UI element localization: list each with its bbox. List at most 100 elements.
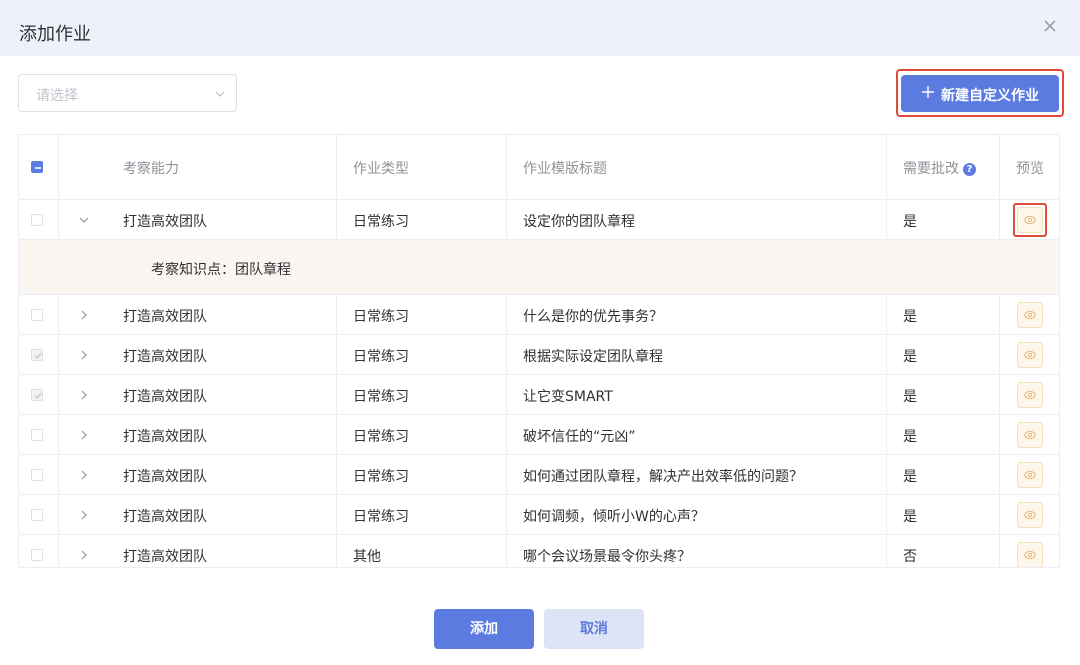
eye-icon	[1024, 510, 1036, 520]
row-select-cell	[19, 295, 59, 334]
row-checkbox[interactable]	[31, 349, 43, 361]
table-row: 打造高效团队 日常练习 根据实际设定团队章程 是	[19, 335, 1059, 375]
ability-select[interactable]: 请选择	[18, 74, 237, 112]
table-row: 打造高效团队 日常练习 如何通过团队章程，解决产出效率低的问题？ 是	[19, 455, 1059, 495]
row-title-cell: 哪个会议场景最令你头疼？	[507, 535, 887, 567]
preview-button[interactable]	[1017, 382, 1043, 408]
row-type: 日常练习	[353, 389, 409, 405]
row-type-cell: 日常练习	[337, 335, 507, 374]
header-type-label: 作业类型	[353, 161, 409, 177]
row-ability: 打造高效团队	[123, 469, 207, 485]
row-type-cell: 日常练习	[337, 200, 507, 239]
table-row: 打造高效团队 日常练习 破坏信任的“元凶” 是	[19, 415, 1059, 455]
row-ability-cell: 打造高效团队	[59, 455, 337, 494]
new-custom-homework-button[interactable]: 新建自定义作业	[901, 75, 1059, 112]
chevron-right-icon[interactable]	[79, 310, 89, 320]
row-checkbox[interactable]	[31, 214, 43, 226]
row-ability: 打造高效团队	[123, 349, 207, 365]
row-preview-cell	[1000, 295, 1059, 334]
eye-icon	[1024, 470, 1036, 480]
row-checkbox[interactable]	[31, 389, 43, 401]
row-title-cell: 根据实际设定团队章程	[507, 335, 887, 374]
row-type-cell: 日常练习	[337, 295, 507, 334]
chevron-right-icon[interactable]	[79, 430, 89, 440]
row-review-cell: 是	[887, 495, 1000, 534]
preview-button[interactable]	[1017, 342, 1043, 368]
row-preview-cell	[1000, 455, 1059, 494]
table-row: 打造高效团队 日常练习 设定你的团队章程 是	[19, 200, 1059, 240]
select-all-checkbox[interactable]	[31, 161, 43, 173]
row-type: 日常练习	[353, 429, 409, 445]
row-title-cell: 让它变SMART	[507, 375, 887, 414]
row-review: 否	[903, 549, 917, 565]
chevron-down-icon[interactable]	[79, 215, 89, 225]
row-preview-cell	[1000, 415, 1059, 454]
cancel-button[interactable]: 取消	[544, 609, 644, 649]
dialog-header: 添加作业	[0, 0, 1080, 56]
row-select-cell	[19, 200, 59, 239]
row-checkbox[interactable]	[31, 509, 43, 521]
preview-button[interactable]	[1017, 462, 1043, 488]
table-row: 打造高效团队 日常练习 如何调频，倾听小W的心声？ 是	[19, 495, 1059, 535]
row-review: 是	[903, 469, 917, 485]
row-title: 设定你的团队章程	[523, 214, 635, 230]
question-circle-icon[interactable]: ?	[963, 163, 976, 176]
row-ability: 打造高效团队	[123, 309, 207, 325]
row-checkbox[interactable]	[31, 309, 43, 321]
row-review: 是	[903, 429, 917, 445]
header-template-title: 作业模版标题	[507, 135, 887, 199]
chevron-down-icon	[215, 91, 225, 97]
row-checkbox[interactable]	[31, 429, 43, 441]
chevron-right-icon[interactable]	[79, 350, 89, 360]
row-title-cell: 如何调频，倾听小W的心声？	[507, 495, 887, 534]
preview-button[interactable]	[1017, 542, 1043, 567]
chevron-right-icon[interactable]	[79, 470, 89, 480]
header-preview: 预览	[1000, 135, 1059, 199]
header-need-review-label: 需要批改	[903, 161, 959, 177]
table-row: 打造高效团队 日常练习 让它变SMART 是	[19, 375, 1059, 415]
row-review: 是	[903, 349, 917, 365]
row-type: 日常练习	[353, 309, 409, 325]
row-title-cell: 破坏信任的“元凶”	[507, 415, 887, 454]
row-select-cell	[19, 495, 59, 534]
preview-button[interactable]	[1017, 502, 1043, 528]
row-type-cell: 日常练习	[337, 415, 507, 454]
homework-table: 考察能力 作业类型 作业模版标题 需要批改? 预览 打造高效团队 日常练习 设定…	[18, 134, 1060, 568]
select-placeholder: 请选择	[36, 88, 78, 104]
row-ability: 打造高效团队	[123, 549, 207, 565]
row-preview-cell	[1000, 495, 1059, 534]
eye-icon	[1024, 550, 1036, 560]
row-ability: 打造高效团队	[123, 429, 207, 445]
row-review: 是	[903, 389, 917, 405]
expanded-row-detail: 考察知识点：团队章程	[19, 240, 1059, 295]
header-select-cell	[19, 135, 59, 199]
eye-icon	[1024, 430, 1036, 440]
row-title-cell: 如何通过团队章程，解决产出效率低的问题？	[507, 455, 887, 494]
row-review-cell: 是	[887, 295, 1000, 334]
row-type: 日常练习	[353, 214, 409, 230]
row-type-cell: 日常练习	[337, 375, 507, 414]
preview-button[interactable]	[1017, 302, 1043, 328]
close-icon[interactable]	[1042, 18, 1058, 34]
eye-icon	[1024, 350, 1036, 360]
chevron-right-icon[interactable]	[79, 390, 89, 400]
row-select-cell	[19, 335, 59, 374]
row-type-cell: 日常练习	[337, 455, 507, 494]
table-header-row: 考察能力 作业类型 作业模版标题 需要批改? 预览	[19, 135, 1059, 200]
preview-button[interactable]	[1017, 422, 1043, 448]
row-preview-cell	[1000, 335, 1059, 374]
row-review-cell: 是	[887, 375, 1000, 414]
row-ability: 打造高效团队	[123, 389, 207, 405]
header-template-title-label: 作业模版标题	[523, 161, 607, 177]
row-ability: 打造高效团队	[123, 214, 207, 230]
row-title: 根据实际设定团队章程	[523, 349, 663, 365]
row-checkbox[interactable]	[31, 549, 43, 561]
row-ability-cell: 打造高效团队	[59, 335, 337, 374]
row-checkbox[interactable]	[31, 469, 43, 481]
plus-icon	[922, 86, 934, 98]
chevron-right-icon[interactable]	[79, 550, 89, 560]
row-title: 哪个会议场景最令你头疼？	[523, 549, 691, 565]
chevron-right-icon[interactable]	[79, 510, 89, 520]
add-button[interactable]: 添加	[434, 609, 534, 649]
row-type: 日常练习	[353, 469, 409, 485]
